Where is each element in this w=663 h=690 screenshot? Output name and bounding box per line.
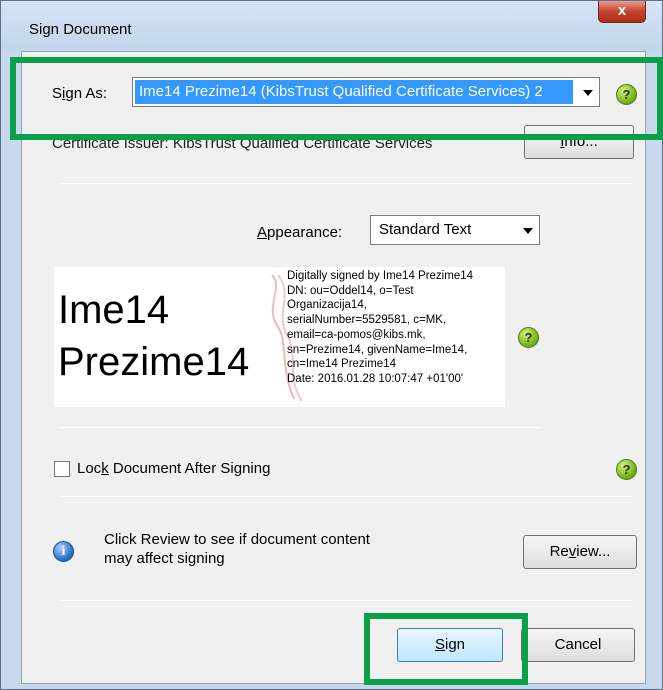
title-bar[interactable]: Sign Document x [1,1,662,51]
appearance-label: Appearance: [257,224,343,241]
dialog-body: Sign As: Ime14 Prezime14 (KibsTrust Qual… [21,51,646,684]
signature-details: Digitally signed by Ime14 Prezime14 DN: … [287,270,474,385]
divider [60,496,632,497]
sign-as-highlight [10,57,663,140]
close-button[interactable]: x [598,1,646,23]
signer-name-last: Prezime14 [58,340,250,384]
sign-button-highlight [364,613,528,685]
review-info-text: Click Review to see if document content … [104,531,370,567]
close-icon: x [617,2,627,19]
cancel-button[interactable]: Cancel [521,628,635,662]
help-icon[interactable]: ? [518,327,539,348]
checkbox-icon[interactable] [54,461,70,477]
review-button[interactable]: Review... [523,535,637,569]
signature-preview: Ime14 Prezime14 Digitally signed by Ime1… [54,267,505,407]
divider [60,183,632,184]
info-icon: i [53,541,74,562]
lock-document-label[interactable]: Lock Document After Signing [77,460,270,477]
signer-name-first: Ime14 [58,288,170,332]
appearance-select[interactable]: Standard Text [370,215,540,245]
divider [60,600,632,601]
dropdown-arrow-icon [523,228,533,234]
help-icon[interactable]: ? [616,459,637,480]
dialog-title: Sign Document [29,21,132,38]
divider [60,427,540,428]
